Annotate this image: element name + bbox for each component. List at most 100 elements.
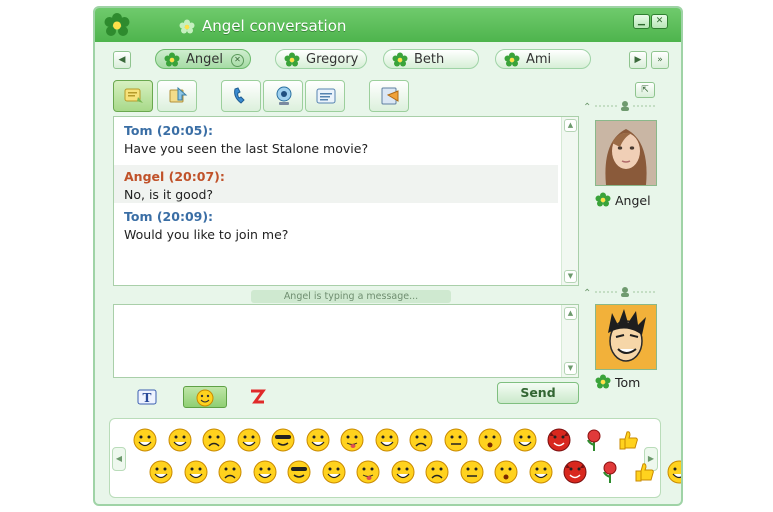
contact-flower-icon (164, 52, 180, 67)
message-sender: Angel (20:07): (124, 169, 225, 184)
tabs-more-button[interactable]: » (651, 51, 669, 69)
tab-label: Ami (526, 52, 552, 67)
contact-card-button[interactable] (305, 80, 345, 112)
expand-panel-button[interactable]: ⇱ (635, 82, 655, 98)
tab-ami[interactable]: Ami (495, 49, 591, 69)
status-flower-icon (179, 19, 195, 34)
scroll-down-icon[interactable]: ▼ (564, 270, 577, 283)
webcam-button[interactable] (263, 80, 303, 112)
phone-icon (234, 87, 245, 104)
message-text: No, is it good? (124, 187, 214, 202)
tab-label: Gregory (306, 52, 359, 67)
emoticon-smile-icon[interactable] (666, 459, 684, 485)
window-title: Angel conversation (202, 17, 347, 35)
emoticon-blush-icon[interactable] (528, 459, 554, 485)
contact-flower-icon (504, 52, 520, 67)
emoticon-smile-icon[interactable] (148, 459, 174, 485)
collapse-local-icon[interactable]: ⌃ (583, 286, 663, 298)
emoticon-devil-icon[interactable] (562, 459, 588, 485)
emoticon-rose-icon[interactable] (581, 427, 607, 453)
input-scrollbar[interactable]: ▲ ▼ (561, 305, 578, 377)
tabs-next-button[interactable]: ▶ (629, 51, 647, 69)
emoticon-cool-icon[interactable] (286, 459, 312, 485)
message-text: Would you like to join me? (124, 227, 289, 242)
nudge-icon (251, 389, 266, 404)
emoticon-laugh-icon[interactable] (321, 459, 347, 485)
message-icon (124, 88, 143, 103)
emoticon-surprise-icon[interactable] (477, 427, 503, 453)
message-mode-button[interactable] (113, 80, 153, 112)
emoticon-kiss-icon[interactable] (390, 459, 416, 485)
scroll-up-icon[interactable]: ▲ (564, 307, 577, 320)
svg-text:T: T (143, 391, 152, 405)
message-item: Tom (20:05): Have you seen the last Stal… (114, 123, 558, 163)
emoticons-button[interactable] (183, 386, 227, 408)
emoticon-angry-icon[interactable] (424, 459, 450, 485)
title-bar[interactable]: Angel conversation ▁ ✕ (95, 8, 681, 42)
tab-label: Beth (414, 52, 445, 67)
emoticon-thumb-icon[interactable] (631, 459, 657, 485)
emoticon-wink-icon[interactable] (252, 459, 278, 485)
emoticon-panel: ◀ ▶ (109, 418, 681, 498)
emoticon-sad-icon[interactable] (217, 459, 243, 485)
contact-flower-icon (595, 374, 611, 389)
message-input[interactable]: ▲ ▼ (113, 304, 579, 378)
history-scrollbar[interactable]: ▲ ▼ (561, 117, 578, 285)
scroll-up-icon[interactable]: ▲ (564, 119, 577, 132)
conversation-tabs: ◀ Angel ✕ Gregory Beth Ami ▶ » (95, 42, 681, 76)
chat-window: Angel conversation ▁ ✕ ◀ Angel ✕ Gregory… (93, 6, 683, 506)
message-history[interactable]: Tom (20:05): Have you seen the last Stal… (113, 116, 579, 286)
contact-flower-icon (595, 192, 611, 207)
tabs-prev-button[interactable]: ◀ (113, 51, 131, 69)
minimize-button[interactable]: ▁ (633, 14, 650, 29)
emoticon-neutral-icon[interactable] (459, 459, 485, 485)
message-text: Have you seen the last Stalone movie? (124, 141, 369, 156)
emoticon-devil-icon[interactable] (546, 427, 572, 453)
emoticon-grin-icon[interactable] (183, 459, 209, 485)
emoticon-cool-icon[interactable] (270, 427, 296, 453)
local-avatar (595, 304, 657, 370)
svg-text:⌃: ⌃ (583, 102, 591, 112)
message-sender: Tom (20:05): (124, 123, 214, 138)
emoticon-laugh-icon[interactable] (305, 427, 331, 453)
emoticon-kiss-icon[interactable] (374, 427, 400, 453)
typing-indicator: Angel is typing a message... (251, 290, 451, 303)
emoticon-surprise-icon[interactable] (493, 459, 519, 485)
emoticons-prev-icon[interactable]: ◀ (112, 447, 126, 471)
file-transfer-button[interactable] (157, 80, 197, 112)
contact-card-icon (316, 88, 336, 104)
history-button[interactable] (369, 80, 409, 112)
emoticon-tongue-icon[interactable] (339, 427, 365, 453)
tab-gregory[interactable]: Gregory (275, 49, 367, 69)
emoticon-grin-icon[interactable] (167, 427, 193, 453)
remote-avatar (595, 120, 657, 186)
tab-beth[interactable]: Beth (383, 49, 479, 69)
scroll-down-icon[interactable]: ▼ (564, 362, 577, 375)
local-user-name: Tom (615, 375, 641, 390)
text-format-icon: T (137, 389, 157, 405)
webcam-icon (276, 86, 292, 105)
contact-flower-icon (284, 52, 300, 67)
text-format-button[interactable]: T (125, 386, 169, 408)
emoticon-tongue-icon[interactable] (355, 459, 381, 485)
close-button[interactable]: ✕ (651, 14, 668, 29)
file-transfer-icon (169, 86, 188, 103)
emoticon-blush-icon[interactable] (512, 427, 538, 453)
emoticon-neutral-icon[interactable] (443, 427, 469, 453)
send-button[interactable]: Send (497, 382, 579, 404)
tab-angel[interactable]: Angel ✕ (155, 49, 251, 69)
call-button[interactable] (221, 80, 261, 112)
collapse-remote-icon[interactable]: ⌃ (583, 100, 663, 112)
emoticon-sad-icon[interactable] (201, 427, 227, 453)
emoticon-smile-icon[interactable] (132, 427, 158, 453)
emoticon-thumb-icon[interactable] (615, 427, 641, 453)
nudge-button[interactable] (235, 386, 279, 408)
contact-flower-icon (392, 52, 408, 67)
close-tab-icon[interactable]: ✕ (231, 54, 244, 67)
remote-user-name: Angel (615, 193, 651, 208)
tab-label: Angel (186, 52, 223, 67)
emoticon-wink-icon[interactable] (236, 427, 262, 453)
emoticon-angry-icon[interactable] (408, 427, 434, 453)
emoticon-rose-icon[interactable] (597, 459, 623, 485)
message-sender: Tom (20:09): (124, 209, 214, 224)
